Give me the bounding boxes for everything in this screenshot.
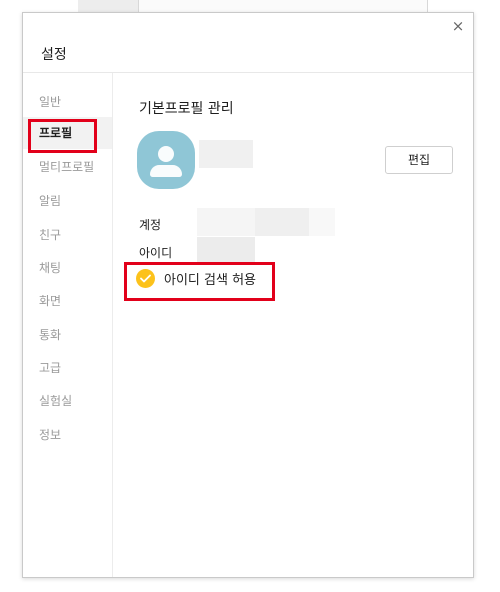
account-value-redacted-3: [309, 208, 335, 236]
background-window-tab: [78, 0, 138, 12]
settings-dialog: × 설정 일반 프로필 멀티프로필 알림 친구 채팅 화면 통화 고급 실험실 …: [22, 12, 474, 578]
sidebar-item-info[interactable]: 정보: [39, 427, 61, 443]
sidebar-item-display[interactable]: 화면: [39, 293, 61, 309]
sidebar-item-lab[interactable]: 실험실: [39, 393, 72, 409]
account-label: 계정: [139, 218, 162, 232]
id-label: 아이디: [139, 246, 173, 260]
id-value-redacted: [197, 237, 255, 265]
avatar[interactable]: [137, 131, 195, 189]
sidebar-item-chat[interactable]: 채팅: [39, 260, 61, 276]
profile-name-redacted: [199, 140, 253, 168]
default-person-icon-body: [150, 165, 182, 177]
sidebar-item-advanced[interactable]: 고급: [39, 360, 61, 376]
close-icon[interactable]: ×: [449, 17, 467, 35]
id-search-label: 아이디 검색 허용: [164, 272, 256, 288]
sidebar-item-general[interactable]: 일반: [39, 94, 61, 110]
dialog-title: 설정: [41, 47, 67, 63]
sidebar-item-call[interactable]: 통화: [39, 327, 61, 343]
sidebar-item-notifications[interactable]: 알림: [39, 193, 61, 209]
background-window-header: [138, 0, 428, 12]
profile-highlight-box: [28, 119, 97, 153]
edit-button[interactable]: 편집: [385, 146, 453, 174]
id-search-checkbox[interactable]: 아이디 검색 허용: [136, 267, 256, 289]
check-icon: [136, 268, 155, 288]
account-value-redacted: [197, 208, 255, 236]
account-value-redacted-2: [255, 208, 309, 236]
default-person-icon: [158, 146, 174, 162]
sidebar-item-friends[interactable]: 친구: [39, 227, 61, 243]
section-title: 기본프로필 관리: [139, 101, 234, 117]
sidebar-item-multiprofile[interactable]: 멀티프로필: [39, 159, 94, 175]
